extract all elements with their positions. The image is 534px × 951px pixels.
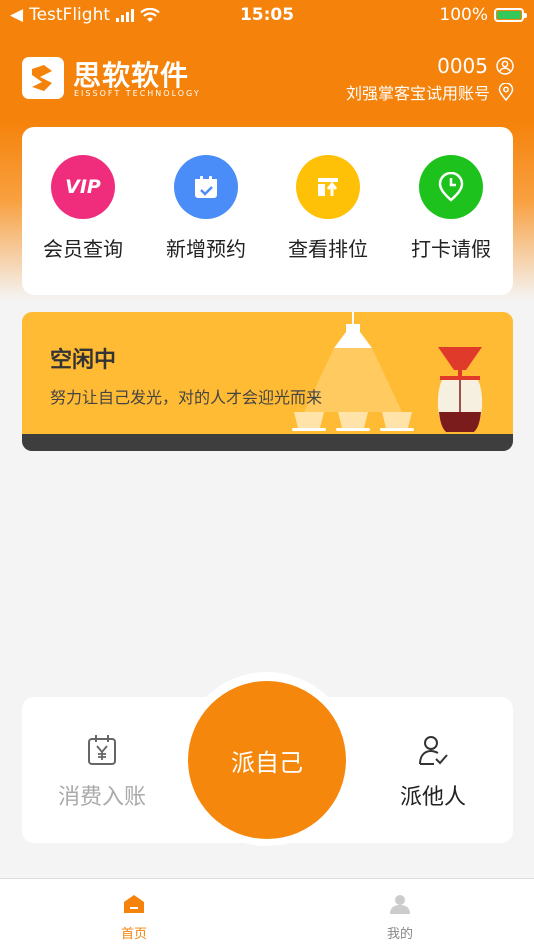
ranking-icon	[296, 155, 360, 219]
menu-item-clock-leave[interactable]: 打卡请假	[401, 155, 501, 262]
tab-home[interactable]: 首页	[94, 893, 174, 942]
assign-others-button[interactable]: 派他人	[383, 733, 483, 811]
store-code[interactable]: 0005	[437, 54, 514, 78]
menu-label: 会员查询	[43, 237, 123, 261]
user-circle-icon	[496, 57, 514, 75]
menu-label: 打卡请假	[411, 237, 491, 261]
assign-others-label: 派他人	[399, 785, 466, 810]
status-bar: ◀ TestFlight 15:05 100%	[0, 0, 534, 32]
store-name[interactable]: 刘强掌客宝试用账号	[346, 80, 514, 104]
tab-mine[interactable]: 我的	[360, 893, 440, 942]
tab-label: 首页	[120, 927, 147, 942]
yuan-calendar-icon	[88, 735, 116, 765]
menu-item-new-booking[interactable]: 新增预约	[156, 155, 256, 262]
brand-name-en: EISSOFT TECHNOLOGY	[74, 89, 201, 98]
vip-icon: VIP	[51, 155, 115, 219]
banner-strip	[22, 434, 513, 451]
menu-item-member-query[interactable]: VIP 会员查询	[33, 155, 133, 262]
quick-menu-card: VIP 会员查询 新增预约 查看排位 打卡请假	[22, 127, 513, 295]
consume-checkin-button[interactable]: 消费入账	[52, 733, 152, 811]
clock-pin-icon	[419, 155, 483, 219]
home-icon	[124, 895, 144, 913]
menu-label: 新增预约	[166, 237, 246, 261]
location-pin-icon	[498, 83, 514, 101]
assign-self-label: 派自己	[231, 748, 303, 777]
store-name-value: 刘强掌客宝试用账号	[345, 84, 490, 103]
battery-percent: 100%	[439, 5, 488, 25]
brand-name: 思软软件	[73, 59, 190, 92]
coffee-illustration	[292, 312, 483, 432]
tab-label: 我的	[386, 927, 413, 942]
battery-icon	[494, 8, 527, 22]
person-icon	[390, 895, 410, 914]
menu-label: 查看排位	[288, 237, 368, 261]
status-subtitle: 努力让自己发光，对的人才会迎光而来	[50, 388, 323, 407]
logo-icon	[22, 57, 64, 99]
store-code-value: 0005	[437, 54, 488, 78]
tab-bar: 首页 我的	[0, 878, 534, 951]
status-banner: 空闲中 努力让自己发光，对的人才会迎光而来	[22, 312, 513, 451]
consume-checkin-label: 消费入账	[57, 785, 146, 810]
status-title: 空闲中	[50, 348, 117, 373]
user-check-icon	[419, 736, 448, 765]
menu-item-view-ranking[interactable]: 查看排位	[278, 155, 378, 262]
calendar-check-icon	[174, 155, 238, 219]
assign-self-button[interactable]: 派自己	[188, 681, 346, 839]
